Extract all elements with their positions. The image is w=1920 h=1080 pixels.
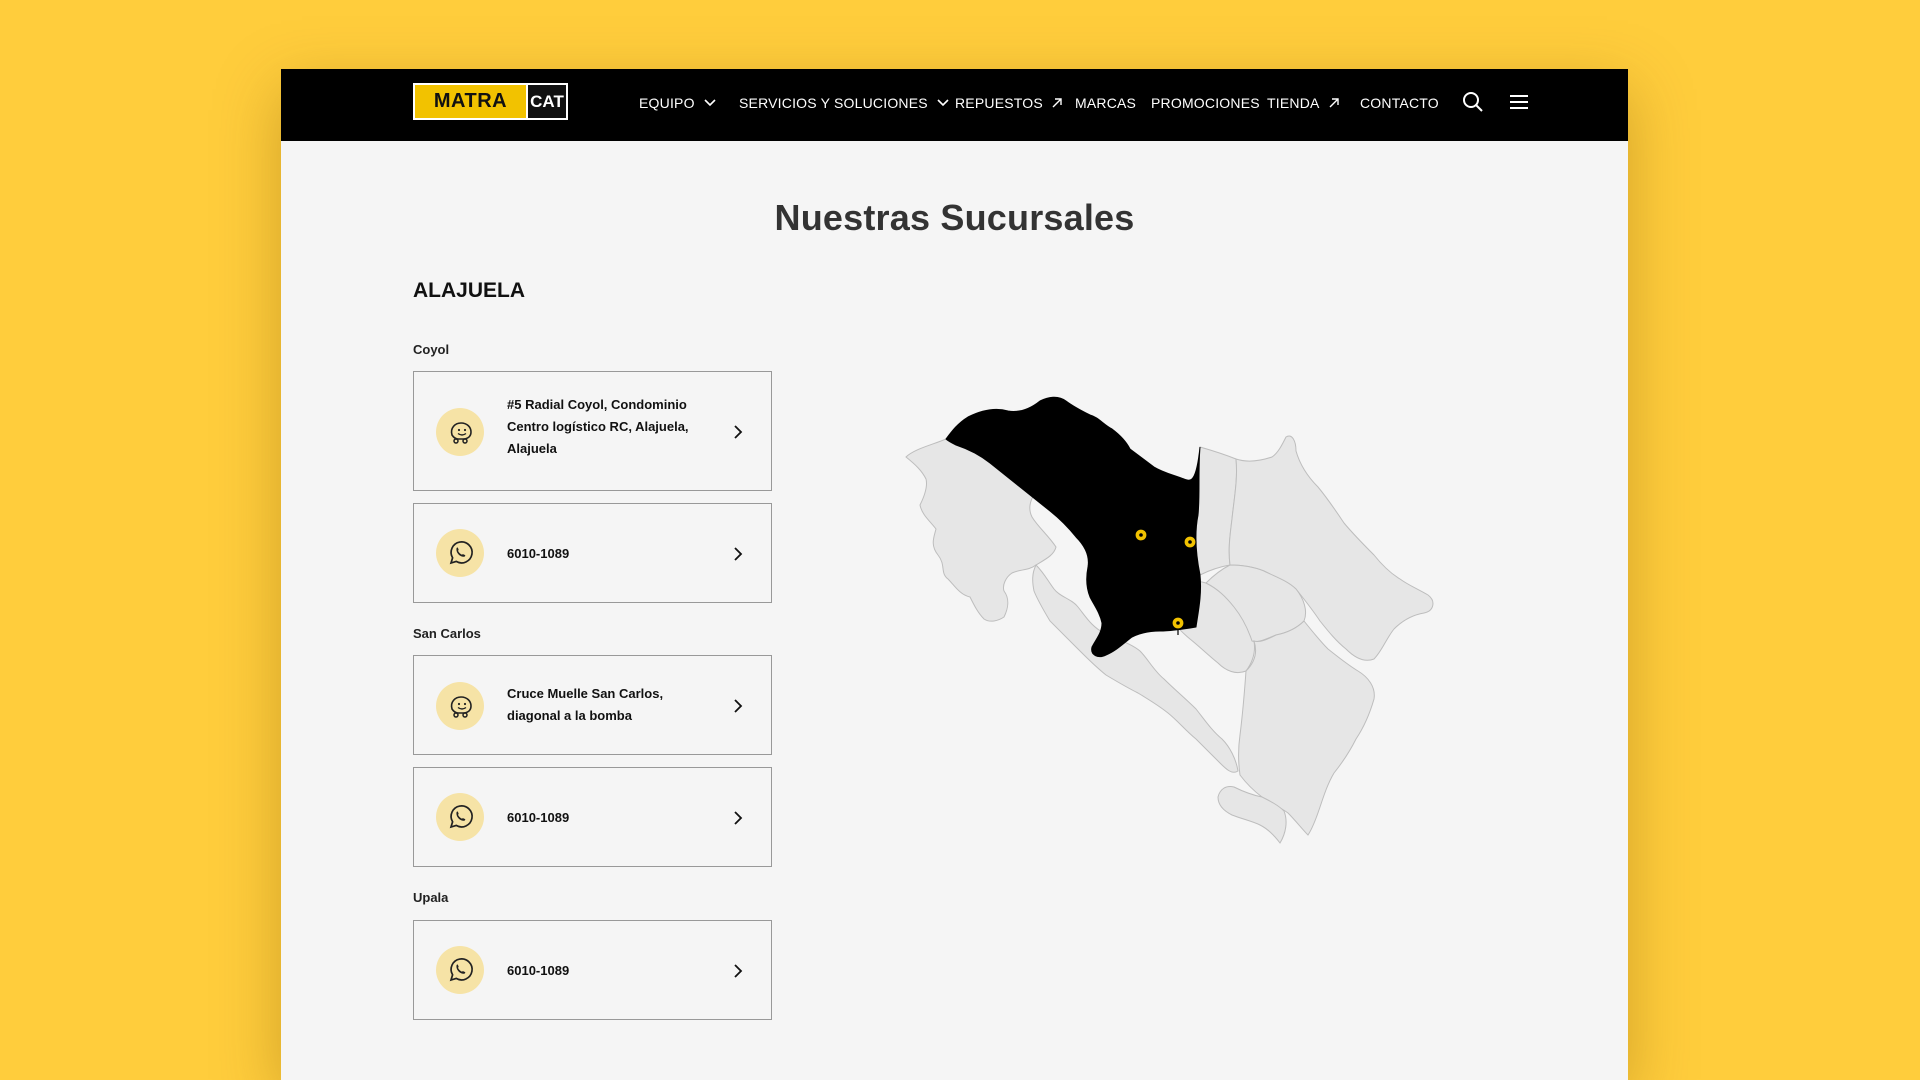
- waze-icon: [436, 682, 484, 730]
- nav-item-label: MARCAS: [1075, 95, 1137, 111]
- whatsapp-icon: [436, 946, 484, 994]
- chevron-down-icon: [704, 99, 716, 107]
- search-button[interactable]: [1459, 88, 1487, 116]
- page-title: Nuestras Sucursales: [774, 197, 1135, 238]
- nav-item-promociones[interactable]: PROMOCIONES: [1151, 91, 1260, 115]
- chevron-right-icon: [731, 547, 745, 561]
- nav-item-equipo[interactable]: EQUIPO: [639, 91, 717, 115]
- branch-label-san-carlos: San Carlos: [413, 626, 481, 641]
- nav-item-label: TIENDA: [1267, 95, 1320, 111]
- address-line: Centro logístico RC, Alajuela,: [507, 419, 689, 434]
- costa-rica-map: [834, 359, 1494, 999]
- logo-cat-text: CAT: [526, 85, 566, 118]
- chevron-right-icon: [731, 964, 745, 978]
- address-line: Cruce Muelle San Carlos,: [507, 686, 664, 701]
- chevron-down-icon: [937, 99, 949, 107]
- whatsapp-icon: [436, 793, 484, 841]
- whatsapp-card-upala[interactable]: 6010-1089: [413, 920, 772, 1020]
- nav-item-label: CONTACTO: [1360, 95, 1439, 111]
- menu-button[interactable]: [1505, 88, 1533, 116]
- nav-item-label: EQUIPO: [639, 95, 695, 111]
- region-title: ALAJUELA: [413, 279, 526, 302]
- address-text: Cruce Muelle San Carlos, diagonal a la b…: [507, 683, 707, 727]
- nav-item-servicios[interactable]: SERVICIOS Y SOLUCIONES: [739, 91, 950, 115]
- nav-item-contacto[interactable]: CONTACTO: [1360, 91, 1439, 115]
- browser-window: MATRA CAT EQUIPO SERVICIOS Y SOLUCIONES …: [281, 69, 1628, 1080]
- phone-text: 6010-1089: [507, 963, 570, 978]
- waze-icon: [436, 408, 484, 456]
- whatsapp-card-coyol[interactable]: 6010-1089: [413, 503, 772, 603]
- chevron-right-icon: [731, 699, 745, 713]
- nav-item-tienda[interactable]: TIENDA: [1267, 91, 1340, 115]
- address-line: Alajuela: [507, 441, 557, 456]
- address-text: #5 Radial Coyol, Condominio Centro logís…: [507, 394, 707, 460]
- chevron-right-icon: [731, 811, 745, 825]
- whatsapp-icon: [436, 529, 484, 577]
- nav-item-label: SERVICIOS Y SOLUCIONES: [739, 95, 928, 111]
- matra-cat-logo[interactable]: MATRA CAT: [413, 83, 568, 120]
- address-card-coyol[interactable]: #5 Radial Coyol, Condominio Centro logís…: [413, 371, 772, 491]
- nav-item-label: REPUESTOS: [955, 95, 1043, 111]
- nav-item-marcas[interactable]: MARCAS: [1075, 91, 1136, 115]
- chevron-right-icon: [731, 425, 745, 439]
- external-arrow-icon: [1329, 98, 1339, 108]
- address-line: #5 Radial Coyol, Condominio: [507, 397, 687, 412]
- nav-item-label: PROMOCIONES: [1151, 95, 1260, 111]
- address-line: diagonal a la bomba: [507, 708, 632, 723]
- external-arrow-icon: [1052, 98, 1062, 108]
- top-navbar: MATRA CAT EQUIPO SERVICIOS Y SOLUCIONES …: [281, 69, 1628, 141]
- search-icon: [1463, 92, 1483, 112]
- hamburger-menu-icon: [1510, 95, 1528, 109]
- phone-text: 6010-1089: [507, 546, 570, 561]
- address-card-san-carlos[interactable]: Cruce Muelle San Carlos, diagonal a la b…: [413, 655, 772, 755]
- phone-text: 6010-1089: [507, 810, 570, 825]
- logo-matra-text: MATRA: [433, 90, 508, 112]
- whatsapp-card-san-carlos[interactable]: 6010-1089: [413, 767, 772, 867]
- branch-label-coyol: Coyol: [413, 342, 450, 357]
- branch-label-upala: Upala: [413, 890, 449, 905]
- nav-item-repuestos[interactable]: REPUESTOS: [955, 91, 1063, 115]
